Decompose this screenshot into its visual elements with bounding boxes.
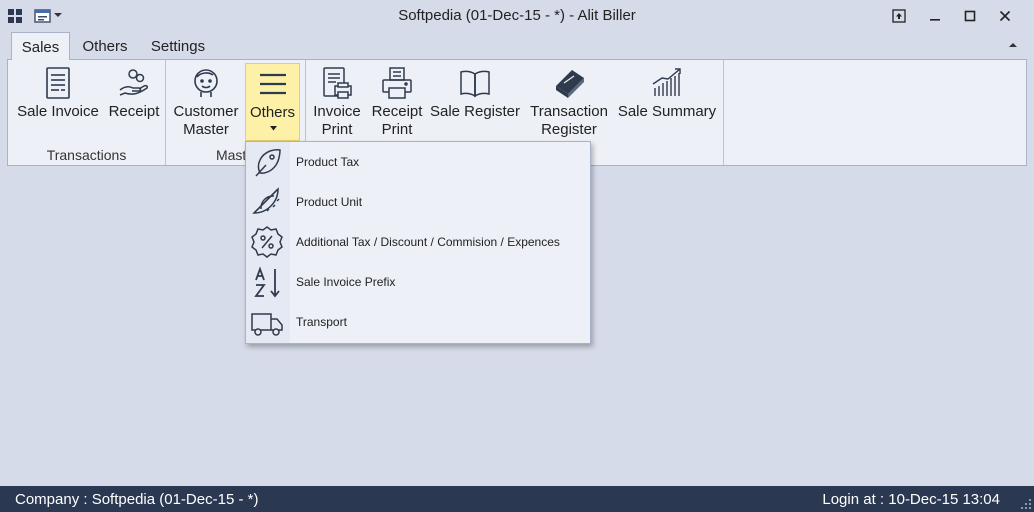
receipt-label: Receipt (108, 103, 160, 120)
others-dropdown-menu: Product Tax Product Unit Additional Tax (245, 141, 591, 344)
open-book-icon (458, 66, 492, 100)
sale-register-button[interactable]: Sale Register (429, 62, 521, 144)
ribbon-options-icon (892, 9, 906, 23)
menu-item-label: Additional Tax / Discount / Commision / … (296, 235, 560, 249)
invoice-icon (41, 66, 75, 100)
others-label: Others (249, 104, 295, 121)
sale-summary-label: Sale Summary (617, 103, 717, 120)
truck-icon (250, 305, 284, 339)
protractor-icon (250, 185, 284, 219)
menu-item-transport[interactable]: Transport (246, 302, 590, 342)
close-button[interactable] (992, 6, 1018, 26)
window-title: Softpedia (01-Dec-15 - *) - Alit Biller (398, 7, 636, 24)
ribbon-tabs: Sales Others Settings (0, 32, 1034, 60)
group-separator (723, 60, 724, 165)
ribbon-display-options-button[interactable] (886, 6, 912, 26)
invoice-print-icon (320, 66, 354, 100)
menu-item-additional-tax[interactable]: Additional Tax / Discount / Commision / … (246, 222, 590, 262)
collapse-ribbon-button[interactable] (1008, 41, 1018, 49)
login-status: Login at : 10-Dec-15 13:04 (822, 491, 1000, 508)
customer-master-label: Customer Master (173, 103, 239, 138)
invoice-print-label: Invoice Print (313, 103, 361, 138)
transaction-register-button[interactable]: Transaction Register (525, 62, 613, 144)
company-status: Company : Softpedia (01-Dec-15 - *) (15, 491, 259, 508)
percent-badge-icon (250, 225, 284, 259)
status-bar: Company : Softpedia (01-Dec-15 - *) Logi… (0, 486, 1034, 512)
tab-settings[interactable]: Settings (142, 32, 214, 60)
tab-others[interactable]: Others (74, 32, 136, 60)
transaction-register-label: Transaction Register (530, 103, 608, 138)
group-separator (165, 60, 166, 165)
receipt-hand-icon (117, 66, 151, 100)
sale-summary-button[interactable]: Sale Summary (617, 62, 717, 144)
sort-az-icon (250, 265, 284, 299)
others-button[interactable]: Others (245, 63, 300, 141)
sale-invoice-label: Sale Invoice (17, 103, 99, 120)
minimize-button[interactable] (922, 6, 948, 26)
menu-item-sale-invoice-prefix[interactable]: Sale Invoice Prefix (246, 262, 590, 302)
minimize-icon (930, 19, 940, 21)
chevron-up-icon (1009, 43, 1017, 47)
caret-down-icon (270, 126, 277, 131)
menu-item-label: Product Unit (296, 195, 363, 209)
group-label-transactions: Transactions (46, 147, 127, 163)
menu-item-label: Transport (296, 315, 347, 329)
menu-item-product-tax[interactable]: Product Tax (246, 142, 590, 182)
menu-item-label: Sale Invoice Prefix (296, 275, 396, 289)
maximize-button[interactable] (957, 6, 983, 26)
receipt-print-label: Receipt Print (371, 103, 423, 138)
title-bar: Softpedia (01-Dec-15 - *) - Alit Biller (0, 0, 1034, 32)
customer-master-button[interactable]: Customer Master (172, 62, 240, 144)
resize-grip-icon[interactable] (1020, 498, 1032, 510)
receipt-button[interactable]: Receipt (106, 62, 162, 144)
leaf-tag-icon (250, 145, 284, 179)
close-icon (999, 10, 1011, 22)
menu-item-label: Product Tax (296, 155, 360, 169)
closed-book-icon (552, 66, 586, 100)
sale-register-label: Sale Register (429, 103, 521, 120)
invoice-print-button[interactable]: Invoice Print (310, 62, 364, 144)
maximize-icon (964, 10, 976, 22)
tab-sales[interactable]: Sales (11, 32, 70, 60)
receipt-print-icon (380, 66, 414, 100)
sale-invoice-button[interactable]: Sale Invoice (12, 62, 104, 144)
growth-chart-icon (650, 66, 684, 100)
menu-item-product-unit[interactable]: Product Unit (246, 182, 590, 222)
customer-face-icon (189, 66, 223, 100)
receipt-print-button[interactable]: Receipt Print (370, 62, 424, 144)
hamburger-menu-icon (256, 67, 290, 101)
